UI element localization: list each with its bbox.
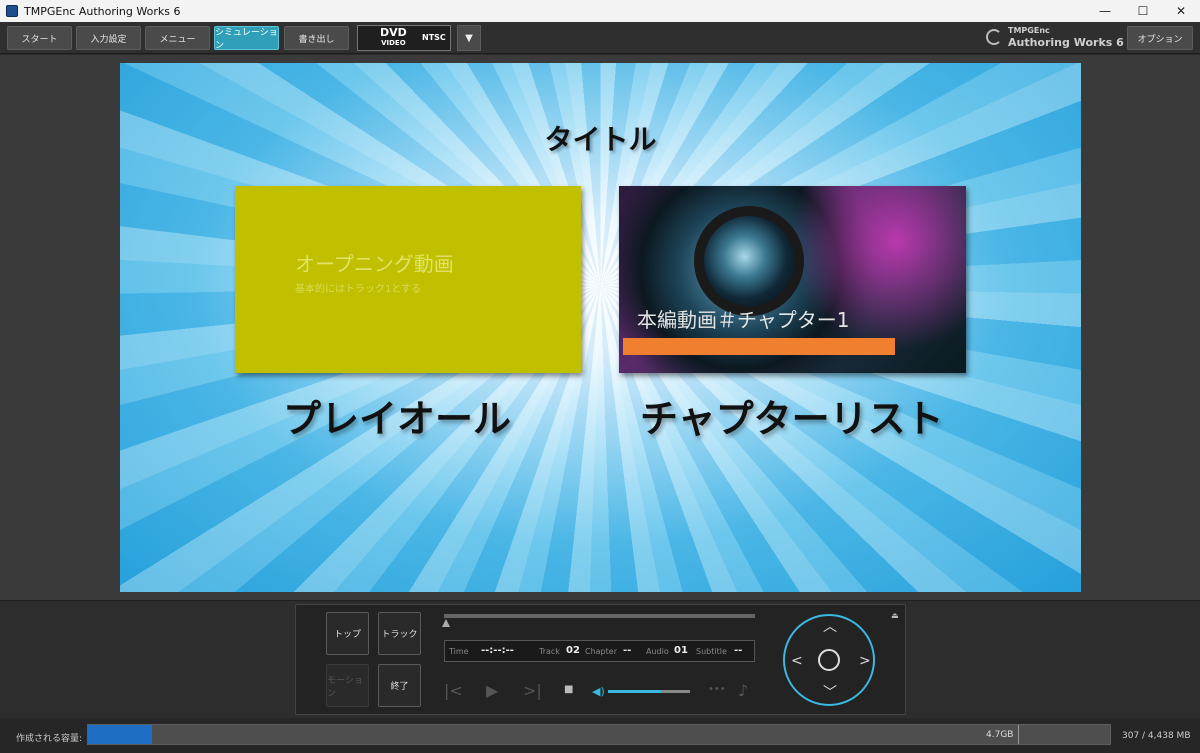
thumbnail-title: オープニング動画 (295, 252, 454, 276)
dvd-logo-subtext: VIDEO (381, 39, 406, 47)
track-value: 02 (566, 645, 580, 656)
chapter-list-label[interactable]: チャプターリスト (640, 388, 944, 443)
window-title: TMPGEnc Authoring Works 6 (24, 4, 181, 18)
enter-button[interactable] (818, 649, 840, 671)
highlight-bar (623, 338, 895, 355)
previous-chapter-icon[interactable]: |< (444, 681, 463, 700)
options-button[interactable]: オプション (1127, 26, 1193, 50)
chevron-down-icon: ▼ (465, 32, 473, 44)
window-controls: — ☐ ✕ (1086, 0, 1200, 22)
capacity-max-label: 4.7GB (986, 730, 1014, 740)
dvd-logo-icon: DVD VIDEO (380, 27, 407, 48)
top-menu-button[interactable]: トップ (326, 612, 369, 655)
stop-icon[interactable]: ■ (564, 684, 573, 695)
direction-pad: ︿ ﹀ < > (783, 614, 875, 706)
tab-start[interactable]: スタート (7, 26, 72, 50)
brand-line1: TMPGEnc (1008, 26, 1050, 35)
play-all-label[interactable]: プレイオール (283, 388, 511, 443)
track-label: Track (539, 647, 560, 656)
status-bar: 作成される容量: 4.7GB 307 / 4,438 MB (0, 718, 1200, 753)
playback-info: Time --:--:-- Track 02 Chapter -- Audio … (444, 640, 755, 662)
capacity-value: 307 / 4,438 MB (1122, 731, 1191, 741)
end-button[interactable]: 終了 (378, 664, 421, 707)
maximize-button[interactable]: ☐ (1124, 0, 1162, 22)
thumbnail-title: 本編動画＃チャプター1 (637, 308, 850, 332)
music-note-icon[interactable]: ♪ (738, 681, 748, 700)
chapter-list-thumbnail[interactable]: 本編動画＃チャプター1 (619, 186, 966, 373)
time-label: Time (449, 647, 469, 656)
close-button[interactable]: ✕ (1162, 0, 1200, 22)
subtitle-value: -- (734, 645, 743, 656)
time-value: --:--:-- (481, 645, 514, 656)
volume-slider-fill (608, 690, 662, 693)
track-menu-button[interactable]: トラック (378, 612, 421, 655)
play-icon[interactable]: ▶ (486, 681, 498, 700)
volume-slider[interactable] (608, 690, 690, 693)
menu-preview: タイトル オープニング動画 基本的にはトラック1とする 本編動画＃チャプター1 … (120, 63, 1081, 592)
audio-track-icon[interactable]: ••• (708, 684, 726, 695)
next-chapter-icon[interactable]: >| (523, 681, 542, 700)
seek-bar[interactable] (444, 614, 755, 618)
arrow-right-icon[interactable]: > (859, 654, 871, 668)
chapter-value: -- (623, 645, 632, 656)
audio-value: 01 (674, 645, 688, 656)
capacity-bar-fill (88, 725, 153, 744)
tab-output[interactable]: 書き出し (284, 26, 349, 50)
disc-format-indicator: DVD VIDEO NTSC (357, 25, 451, 51)
play-all-thumbnail[interactable]: オープニング動画 基本的にはトラック1とする (235, 186, 581, 373)
tab-simulation[interactable]: シミュレーション (214, 26, 279, 51)
mode-button[interactable]: モーション (326, 664, 369, 707)
tab-input-settings[interactable]: 入力設定 (76, 26, 141, 50)
main-toolbar: スタート 入力設定 メニュー シミュレーション 書き出し DVD VIDEO N… (0, 22, 1200, 54)
camera-lens-image (694, 206, 804, 316)
app-icon (6, 5, 18, 17)
remote-control-panel: トップ トラック モーション 終了 ⏏ Time --:--:-- Track … (295, 604, 906, 715)
subtitle-label: Subtitle (696, 647, 727, 656)
window-titlebar: TMPGEnc Authoring Works 6 — ☐ ✕ (0, 0, 1200, 22)
tab-menu[interactable]: メニュー (145, 26, 210, 50)
capacity-label: 作成される容量: (16, 734, 83, 744)
seek-thumb[interactable] (442, 619, 450, 627)
eject-icon[interactable]: ⏏ (891, 611, 899, 620)
video-standard: NTSC (422, 33, 446, 42)
capacity-bar: 4.7GB (87, 724, 1111, 745)
capacity-limit-marker (1018, 725, 1019, 744)
audio-label: Audio (646, 647, 669, 656)
arrow-left-icon[interactable]: < (791, 654, 803, 668)
volume-icon[interactable]: ◀) (592, 685, 605, 698)
thumbnail-subtitle: 基本的にはトラック1とする (295, 284, 422, 295)
brand-line2: Authoring Works 6 (1008, 36, 1124, 49)
menu-title: タイトル (544, 123, 657, 156)
simulation-stage: タイトル オープニング動画 基本的にはトラック1とする 本編動画＃チャプター1 … (0, 55, 1200, 600)
chapter-label: Chapter (585, 647, 617, 656)
format-dropdown-button[interactable]: ▼ (457, 25, 481, 51)
brand-mark-icon (986, 29, 1002, 45)
arrow-up-icon[interactable]: ︿ (823, 620, 837, 634)
arrow-down-icon[interactable]: ﹀ (823, 686, 837, 700)
minimize-button[interactable]: — (1086, 0, 1124, 22)
